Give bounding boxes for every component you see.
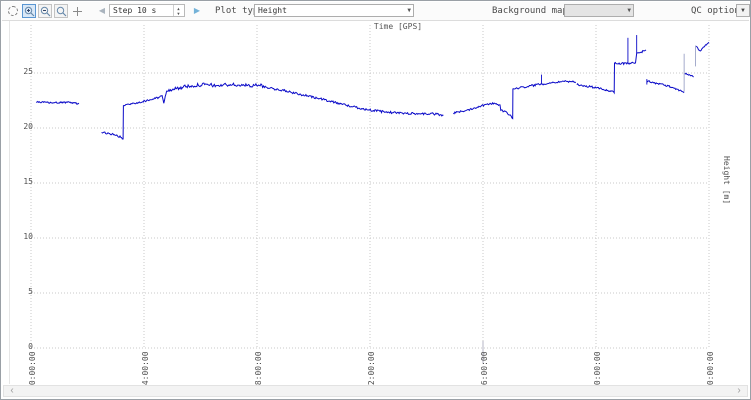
step-value: Step 10 s xyxy=(113,6,156,15)
plot-type-value: Height xyxy=(258,6,287,15)
grid xyxy=(31,25,709,363)
zoom-in-icon xyxy=(24,6,35,17)
y-tick-label: 0 xyxy=(11,342,33,351)
pan-icon xyxy=(8,6,18,16)
y-axis-right-label: Height [m] xyxy=(722,156,731,204)
zoom-in-tool-button[interactable] xyxy=(22,4,36,18)
step-spinner[interactable]: ▲ ▼ xyxy=(173,5,183,16)
scroll-left-icon[interactable]: ‹ xyxy=(6,386,18,396)
chevron-down-icon: ▼ xyxy=(407,7,411,15)
plot-title: Time [GPS] xyxy=(341,22,455,31)
height-plot[interactable] xyxy=(1,1,751,400)
y-tick-label: 20 xyxy=(11,122,33,131)
scroll-right-icon[interactable]: › xyxy=(733,386,745,396)
plot-type-combobox[interactable]: Height ▼ xyxy=(254,4,414,17)
chevron-down-icon: ▼ xyxy=(627,7,631,15)
zoom-out-tool-button[interactable] xyxy=(38,4,52,18)
y-tick-label: 15 xyxy=(11,177,33,186)
toolbar: ◀ Step 10 s ▲ ▼ ▶ Plot type Height ▼ Bac… xyxy=(2,2,749,21)
spin-down-icon[interactable]: ▼ xyxy=(177,11,179,16)
height-trace xyxy=(36,35,709,139)
step-forward-button[interactable]: ▶ xyxy=(191,5,203,17)
crosshair-tool-button[interactable] xyxy=(70,4,84,18)
zoom-out-icon xyxy=(40,6,51,17)
step-spinbox[interactable]: Step 10 s ▲ ▼ xyxy=(109,4,185,17)
y-tick-label: 5 xyxy=(11,287,33,296)
background-map-label: Background map xyxy=(492,6,568,16)
zoom-fit-tool-button[interactable] xyxy=(54,4,68,18)
plot-window: ◀ Step 10 s ▲ ▼ ▶ Plot type Height ▼ Bac… xyxy=(0,0,751,400)
qc-options-dropdown-button[interactable]: ▼ xyxy=(736,4,750,17)
horizontal-scrollbar[interactable]: ‹ › xyxy=(3,385,748,397)
magnifier-icon xyxy=(56,6,67,17)
pan-tool-button[interactable] xyxy=(6,4,20,18)
crosshair-icon xyxy=(72,6,83,17)
step-back-button[interactable]: ◀ xyxy=(96,5,108,17)
y-tick-label: 10 xyxy=(11,232,33,241)
background-map-combobox[interactable]: ▼ xyxy=(564,4,634,17)
y-tick-label: 25 xyxy=(11,67,33,76)
